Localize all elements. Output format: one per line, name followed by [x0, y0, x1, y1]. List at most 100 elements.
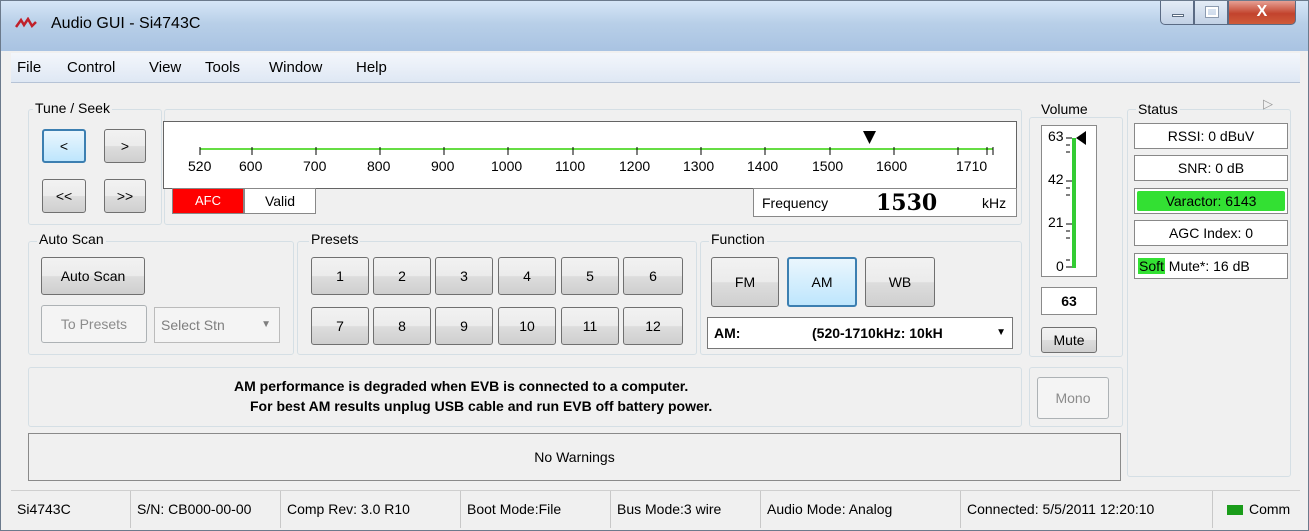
preset-button-3[interactable]: 3: [435, 257, 493, 295]
chevron-down-icon: ▼: [996, 327, 1006, 338]
menu-window[interactable]: Window: [269, 59, 322, 76]
statusbar-connected: Connected: 5/5/2011 12:20:10: [961, 491, 1213, 528]
window-title: Audio GUI - Si4743C: [51, 15, 201, 32]
varactor-status: Varactor: 6143: [1134, 188, 1288, 214]
tune-down-button[interactable]: <: [42, 129, 86, 163]
mute-button[interactable]: Mute: [1041, 327, 1097, 353]
to-presets-button[interactable]: To Presets: [41, 305, 147, 343]
scale-tick: 600: [239, 158, 263, 174]
scale-tick: 1500: [812, 158, 844, 174]
tuning-pointer-icon: [863, 131, 876, 144]
am-button[interactable]: AM: [787, 257, 857, 307]
scale-tick: 1000: [491, 158, 523, 174]
function-label: Function: [709, 231, 767, 247]
preset-button-12[interactable]: 12: [623, 307, 683, 345]
auto-scan-button[interactable]: Auto Scan: [41, 257, 145, 295]
preset-button-10[interactable]: 10: [498, 307, 556, 345]
band-dropdown[interactable]: AM: (520-1710kHz: 10kH ▼: [707, 317, 1013, 349]
scale-tick: 900: [431, 158, 455, 174]
volume-thumb-icon: [1076, 131, 1086, 145]
frequency-unit: kHz: [982, 195, 1007, 211]
seek-down-button[interactable]: <<: [42, 179, 86, 213]
frequency-value: 1530: [876, 190, 938, 216]
tune-up-button[interactable]: >: [104, 129, 146, 163]
comm-led-icon: [1227, 505, 1243, 516]
preset-button-2[interactable]: 2: [373, 257, 431, 295]
soft-mute-value: Mute*: 16 dB: [1164, 258, 1250, 274]
select-station-value: Select Stn: [161, 317, 225, 333]
warnings-text: No Warnings: [534, 449, 615, 465]
volume-value-box: 63: [1041, 287, 1097, 315]
minimize-icon: [1172, 14, 1184, 17]
comm-indicator: Comm: [1227, 491, 1290, 528]
comm-label: Comm: [1249, 501, 1291, 517]
minimize-button[interactable]: [1160, 1, 1194, 25]
am-warning-line-1: AM performance is degraded when EVB is c…: [234, 378, 689, 394]
chevron-down-icon: ▼: [261, 319, 271, 330]
soft-mute-highlight: Soft: [1138, 258, 1165, 274]
frequency-scale[interactable]: 520 600 700 800 900 1000 1100 1200 1300 …: [163, 121, 1017, 189]
menu-control[interactable]: Control: [67, 59, 115, 76]
soft-mute-status: Soft Mute*: 16 dB: [1134, 253, 1288, 279]
menu-view[interactable]: View: [149, 59, 181, 76]
volume-label: Volume: [1041, 101, 1088, 117]
app-logo-icon: [15, 17, 37, 29]
seek-up-button[interactable]: >>: [104, 179, 146, 213]
statusbar-audio-mode: Audio Mode: Analog: [761, 491, 961, 528]
volume-value: 63: [1061, 293, 1077, 309]
varactor-highlight: Varactor: 6143: [1137, 191, 1285, 211]
valid-indicator: Valid: [244, 188, 316, 214]
maximize-icon: [1205, 6, 1219, 18]
scale-tick: 700: [303, 158, 327, 174]
frequency-display: Frequency 1530 kHz: [753, 188, 1017, 217]
volume-track: [1066, 131, 1086, 268]
am-warning-line-2: For best AM results unplug USB cable and…: [250, 398, 713, 414]
close-icon: X: [1256, 3, 1268, 20]
menu-tools[interactable]: Tools: [205, 59, 240, 76]
scale-tick: 1300: [683, 158, 715, 174]
volume-slider[interactable]: 63 42 21 0: [1041, 125, 1097, 277]
menu-bar: File Control View Tools Window Help: [11, 53, 1300, 83]
fm-button[interactable]: FM: [711, 257, 779, 307]
preset-button-11[interactable]: 11: [561, 307, 619, 345]
statusbar-serial: S/N: CB000-00-00: [131, 491, 281, 528]
preset-button-7[interactable]: 7: [311, 307, 369, 345]
band-range: (520-1710kHz: 10kH: [812, 325, 943, 341]
statusbar-comp-rev: Comp Rev: 3.0 R10: [281, 491, 461, 528]
status-bar: Si4743C S/N: CB000-00-00 Comp Rev: 3.0 R…: [11, 490, 1300, 528]
rssi-status: RSSI: 0 dBuV: [1134, 123, 1288, 149]
message-panel: [28, 367, 1022, 427]
tune-seek-label: Tune / Seek: [33, 100, 112, 116]
scale-track: [199, 131, 994, 155]
preset-button-5[interactable]: 5: [561, 257, 619, 295]
wb-button[interactable]: WB: [865, 257, 935, 307]
auto-scan-label: Auto Scan: [37, 231, 106, 247]
preset-button-4[interactable]: 4: [498, 257, 556, 295]
preset-button-8[interactable]: 8: [373, 307, 431, 345]
status-label: Status: [1136, 101, 1180, 117]
title-bar: Audio GUI - Si4743C X: [1, 1, 1308, 51]
preset-button-9[interactable]: 9: [435, 307, 493, 345]
app-window: Audio GUI - Si4743C X File Control View …: [0, 0, 1309, 531]
scale-tick: 1600: [876, 158, 908, 174]
statusbar-boot-mode: Boot Mode:File: [461, 491, 611, 528]
presets-label: Presets: [309, 231, 361, 247]
snr-status: SNR: 0 dB: [1134, 155, 1288, 181]
statusbar-chip: Si4743C: [11, 491, 131, 528]
preset-button-6[interactable]: 6: [623, 257, 683, 295]
warnings-panel: No Warnings: [28, 433, 1121, 481]
menu-help[interactable]: Help: [356, 59, 387, 76]
scale-tick: 1100: [555, 158, 586, 174]
scale-tick: 1200: [619, 158, 651, 174]
close-button[interactable]: X: [1228, 1, 1296, 25]
mono-button[interactable]: Mono: [1037, 377, 1109, 419]
menu-file[interactable]: File: [17, 59, 41, 76]
preset-button-1[interactable]: 1: [311, 257, 369, 295]
afc-indicator: AFC: [172, 188, 244, 214]
select-station-dropdown[interactable]: Select Stn ▼: [154, 307, 280, 343]
scale-tick: 1400: [747, 158, 779, 174]
volume-level-fill: [1072, 138, 1076, 268]
maximize-button[interactable]: [1194, 1, 1228, 25]
agc-index-status: AGC Index: 0: [1134, 220, 1288, 246]
expand-arrow-icon[interactable]: ▷: [1263, 96, 1273, 112]
